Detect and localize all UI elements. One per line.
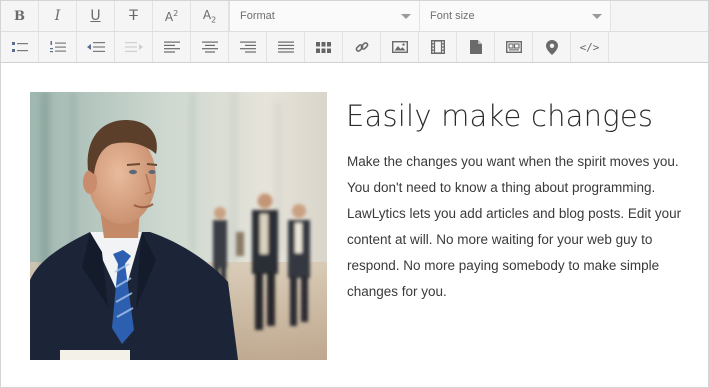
outdent-icon	[86, 42, 105, 52]
chevron-down-icon	[401, 13, 411, 19]
italic-button[interactable]: I	[39, 1, 77, 31]
chevron-down-icon	[592, 13, 602, 19]
insert-embed-button[interactable]	[495, 32, 533, 62]
section-paragraph: Make the changes you want when the spiri…	[347, 154, 682, 299]
outdent-button[interactable]	[77, 32, 115, 62]
insert-image-button[interactable]	[381, 32, 419, 62]
numbered-list-icon	[49, 41, 66, 53]
bold-icon: B	[14, 8, 25, 24]
insert-map-button[interactable]	[533, 32, 571, 62]
image-icon	[391, 41, 408, 53]
format-select-value: Format	[240, 10, 275, 22]
insert-link-button[interactable]	[343, 32, 381, 62]
align-left-button[interactable]	[153, 32, 191, 62]
subscript-icon: A2	[203, 8, 216, 24]
align-right-icon	[239, 41, 256, 53]
align-right-button[interactable]	[229, 32, 267, 62]
section-headline: Easily make changes	[346, 99, 654, 133]
bulleted-list-button[interactable]	[1, 32, 39, 62]
subscript-letter: A	[202, 7, 212, 22]
code-view-icon: </>	[579, 40, 600, 54]
strikethrough-icon: T	[129, 8, 138, 24]
insert-video-button[interactable]	[419, 32, 457, 62]
file-icon	[469, 40, 482, 54]
indent-button[interactable]	[115, 32, 153, 62]
embed-icon	[505, 41, 522, 53]
justify-icon	[277, 41, 294, 53]
justify-button[interactable]	[267, 32, 305, 62]
map-pin-icon	[545, 39, 558, 55]
subscript-mark: 2	[211, 15, 217, 25]
video-icon	[430, 40, 445, 54]
superscript-letter: A	[164, 9, 174, 24]
insert-file-button[interactable]	[457, 32, 495, 62]
rich-text-editor: B I U T A2 A2 Format Font size </> Easil…	[0, 0, 709, 388]
superscript-icon: A2	[165, 9, 178, 24]
businessman-image	[30, 92, 327, 360]
businessman-photo	[30, 92, 327, 360]
editor-content-area[interactable]: Easily make changes Make the changes you…	[1, 63, 708, 387]
code-view-button[interactable]: </>	[571, 32, 609, 62]
numbered-list-button[interactable]	[39, 32, 77, 62]
format-select[interactable]: Format	[229, 1, 420, 31]
link-icon	[355, 42, 368, 52]
insert-table-button[interactable]	[305, 32, 343, 62]
toolbar-row-insert: </>	[1, 32, 708, 63]
strikethrough-button[interactable]: T	[115, 1, 153, 31]
underline-button[interactable]: U	[77, 1, 115, 31]
editor-toolbar: B I U T A2 A2 Format Font size </>	[1, 1, 708, 63]
subscript-button[interactable]: A2	[191, 1, 229, 31]
align-left-icon	[163, 41, 180, 53]
align-center-button[interactable]	[191, 32, 229, 62]
table-icon	[316, 41, 331, 53]
align-center-icon	[201, 41, 218, 53]
superscript-mark: 2	[173, 8, 179, 18]
superscript-button[interactable]: A2	[153, 1, 191, 31]
toolbar-row-formatting: B I U T A2 A2 Format Font size	[1, 1, 708, 32]
underline-icon: U	[90, 8, 101, 24]
bold-button[interactable]: B	[1, 1, 39, 31]
font-size-select-value: Font size	[430, 10, 475, 22]
italic-icon: I	[54, 8, 61, 24]
bulleted-list-icon	[11, 42, 28, 52]
font-size-select[interactable]: Font size	[420, 1, 611, 31]
indent-icon	[124, 42, 143, 52]
